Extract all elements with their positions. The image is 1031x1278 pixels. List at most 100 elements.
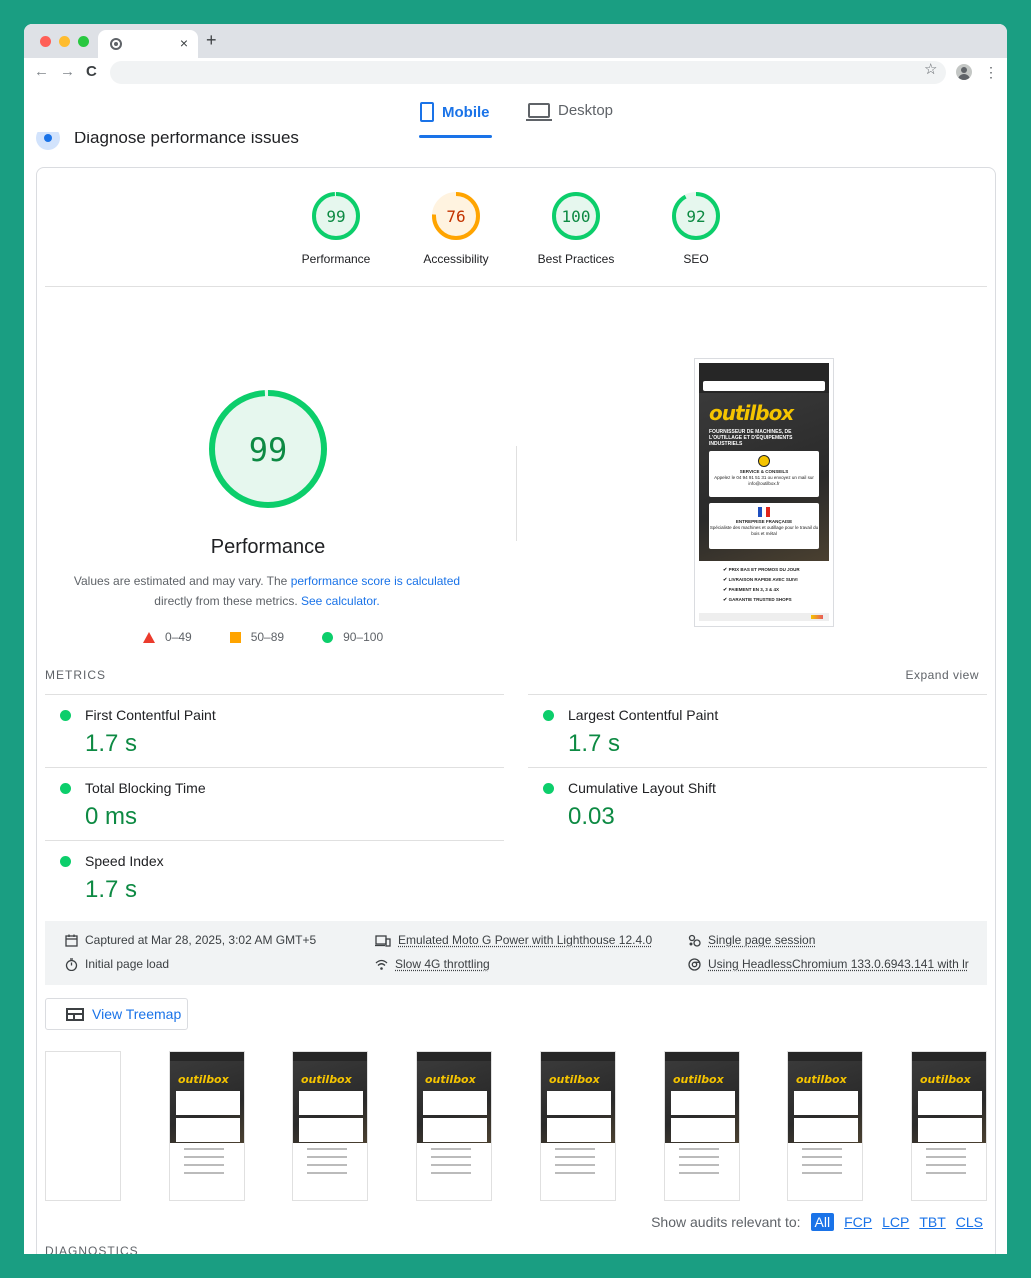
french-flag-icon [758,507,770,517]
site-benefit-item: PRIX BAS ET PROMOS DU JOUR [723,565,829,575]
emulated-device-text: Emulated Moto G Power with Lighthouse 12… [398,933,653,947]
filter-chip-tbt[interactable]: TBT [919,1214,945,1230]
close-window-button[interactable] [40,36,51,47]
session-type[interactable]: Single page session [688,933,815,947]
expand-view-toggle[interactable]: Expand view [905,668,979,682]
browser-version[interactable]: Using HeadlessChromium 133.0.6943.141 wi… [688,957,969,971]
new-tab-button[interactable]: + [206,30,217,50]
filter-chip-lcp[interactable]: LCP [882,1214,909,1230]
score-gauge-performance[interactable]: 99 Performance [281,190,391,266]
frame-logo: outilbox [178,1073,229,1086]
mobile-icon [420,102,434,122]
browser-toolbar: ← → C ☆ ⋮ [24,58,1007,88]
final-screenshot[interactable]: outilbox FOURNISSEUR DE MACHINES, DE L'O… [694,358,834,627]
performance-description: Values are estimated and may vary. The p… [67,571,467,611]
view-treemap-button[interactable]: View Treemap [45,998,188,1030]
filter-chip-all[interactable]: All [810,1213,835,1231]
frame-logo: outilbox [425,1073,476,1086]
score-value: 92 [686,207,705,226]
report-card: 99 Performance 76 Accessibility 100 Best Prac… [36,167,996,1254]
divider [45,286,987,287]
performance-gauge-large: 99 [207,388,329,515]
tab-close-icon[interactable]: × [180,35,188,51]
filmstrip: outilbox outilbox outilbox outilbox outilbox… [45,1051,987,1201]
device-tabs: Mobile Desktop [24,88,1007,138]
filmstrip-frame: outilbox [292,1051,368,1201]
network-throttling-text: Slow 4G throttling [395,957,490,971]
tab-mobile[interactable]: Mobile [420,102,490,122]
site-header [699,363,829,379]
maximize-window-button[interactable] [78,36,89,47]
session-icon [688,934,701,947]
desktop-icon [526,103,552,121]
score-gauge-accessibility[interactable]: 76 Accessibility [401,190,511,266]
initial-load: Initial page load [65,957,169,971]
site-footer [699,613,829,621]
view-treemap-label: View Treemap [92,1006,182,1022]
chrome-favicon-icon [110,38,122,50]
forward-button[interactable]: → [60,63,75,81]
bookmark-star-icon[interactable]: ☆ [924,62,937,78]
legend-pass: 90–100 [322,630,383,644]
metric-value: 0.03 [568,803,615,830]
frame-logo: outilbox [549,1073,600,1086]
network-throttling[interactable]: Slow 4G throttling [375,957,490,971]
score-label: SEO [683,252,709,266]
browser-version-text: Using HeadlessChromium 133.0.6943.141 wi… [708,957,969,971]
back-button[interactable]: ← [34,63,49,81]
site-benefit-item: PAIEMENT EN 3, 3 & 4X [723,585,829,595]
legend-fail-label: 0–49 [165,630,192,644]
reload-button[interactable]: C [86,63,97,81]
site-hero: outilbox FOURNISSEUR DE MACHINES, DE L'O… [699,393,829,561]
pass-circle-icon [543,710,554,721]
score-calculation-link[interactable]: performance score is calculated [291,574,460,588]
metric-value: 1.7 s [85,730,138,757]
browser-tab[interactable]: × [98,30,198,58]
pass-circle-icon [60,856,71,867]
company-line: Spécialiste des machines et outillage po… [709,525,819,536]
average-square-icon [229,631,241,643]
site-benefits-list: PRIX BAS ET PROMOS DU JOURLIVRAISON RAPI… [699,561,829,605]
metric-name: First Contentful Paint [85,707,216,723]
site-hero-text: FOURNISSEUR DE MACHINES, DE L'OUTILLAGE … [709,429,793,447]
site-search [699,379,829,393]
desc-text-2: directly from these metrics. [154,594,298,608]
profile-avatar[interactable] [956,64,972,80]
score-label: Accessibility [423,252,489,266]
address-bar[interactable] [110,61,946,84]
site-company-box: ENTREPRISE FRANÇAISE Spécialiste des mac… [709,503,819,549]
score-gauge-best-practices[interactable]: 100 Best Practices [521,190,631,266]
site-benefit-item: LIVRAISON RAPIDE AVEC SUIVI [723,575,829,585]
vertical-divider [516,446,517,541]
filter-chip-fcp[interactable]: FCP [844,1214,872,1230]
legend-fail: 0–49 [143,630,192,644]
metric-speed-index: Speed Index 1.7 s [45,840,495,913]
captured-at-text: Captured at Mar 28, 2025, 3:02 AM GMT+5 [85,933,317,947]
emulated-device[interactable]: Emulated Moto G Power with Lighthouse 12… [375,933,652,947]
frame-logo: outilbox [673,1073,724,1086]
diagnostics-header: DIAGNOSTICS [45,1244,139,1254]
filter-chip-cls[interactable]: CLS [956,1214,983,1230]
window-controls [40,36,89,47]
score-gauge-seo[interactable]: 92 SEO [641,190,751,266]
site-logo: outilbox [709,401,794,425]
pass-circle-icon [60,710,71,721]
metric-value: 1.7 s [568,730,621,757]
pass-circle-icon [543,783,554,794]
minimize-window-button[interactable] [59,36,70,47]
score-value: 76 [446,207,465,226]
lighthouse-report: Diagnose performance issues Mobile Deskt… [24,88,1007,1254]
see-calculator-link[interactable]: See calculator. [301,594,380,608]
browser-menu-button[interactable]: ⋮ [984,64,998,80]
score-value: 100 [562,207,591,226]
frame-logo: outilbox [796,1073,847,1086]
metric-total-blocking-time: Total Blocking Time 0 ms [45,767,495,840]
metric-first-contentful-paint: First Contentful Paint 1.7 s [45,694,495,767]
score-legend: 0–49 50–89 90–100 [143,630,421,644]
calendar-icon [65,934,78,947]
metric-value: 1.7 s [85,876,138,903]
tab-desktop[interactable]: Desktop [526,102,613,121]
session-type-text: Single page session [708,933,816,947]
metric-name: Total Blocking Time [85,780,206,796]
legend-average: 50–89 [229,630,284,644]
